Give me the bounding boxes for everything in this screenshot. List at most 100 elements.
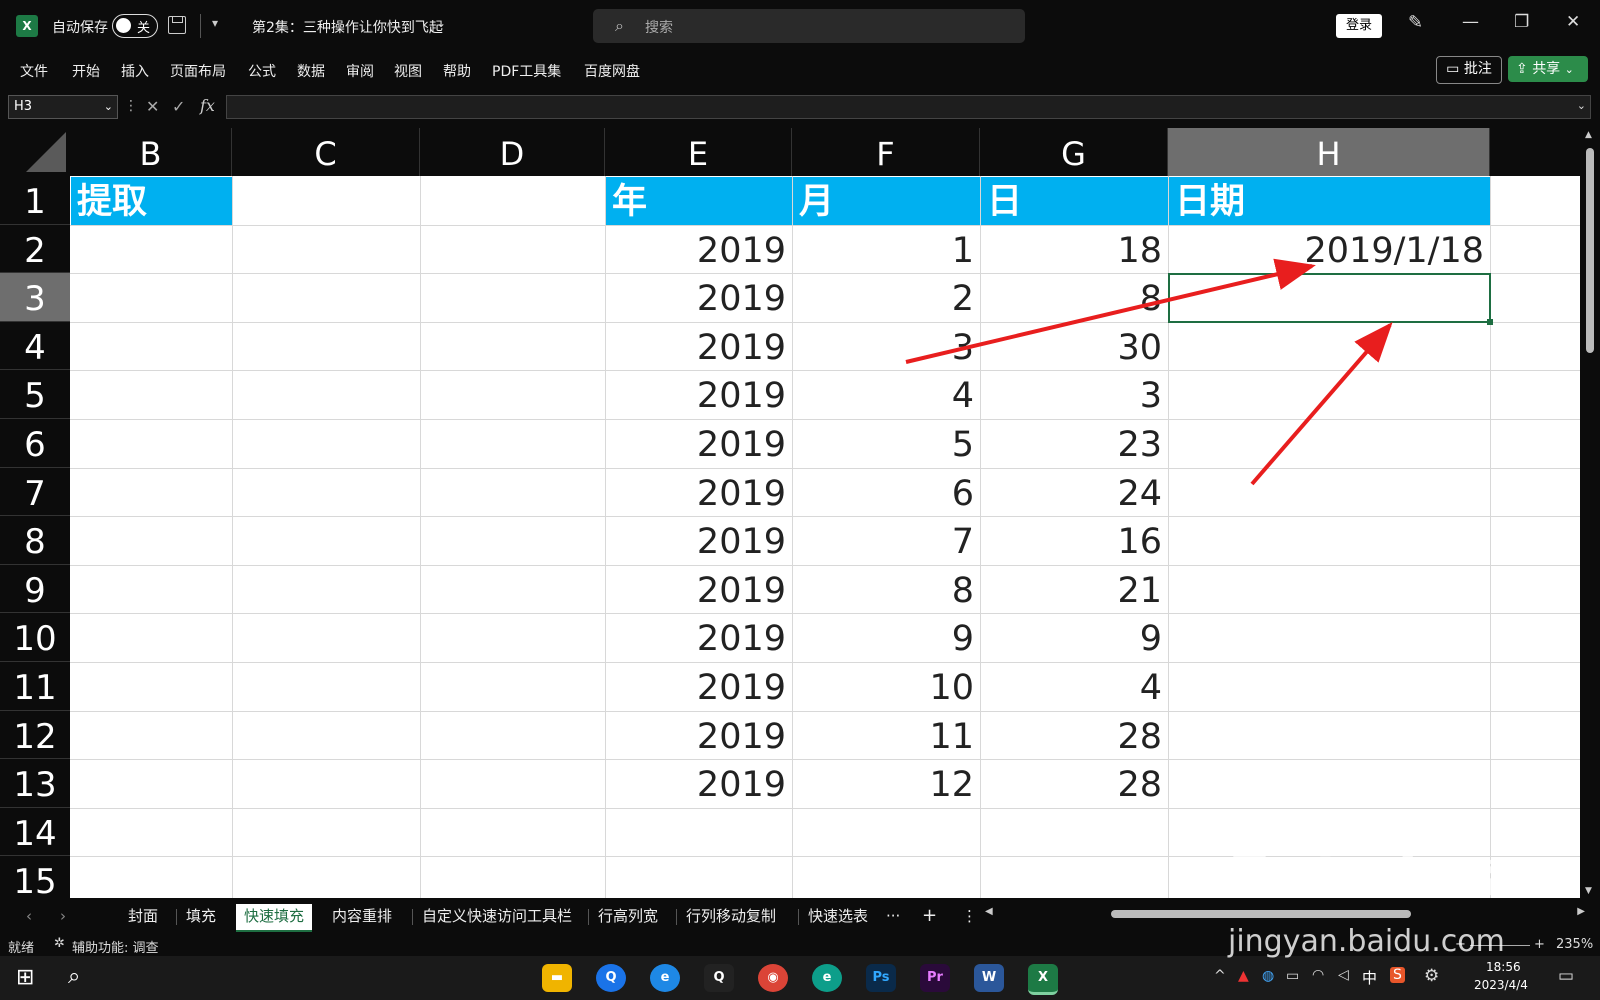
quark-browser-icon[interactable]: Q xyxy=(596,964,626,992)
fill-handle[interactable] xyxy=(1487,318,1493,325)
day-cell[interactable]: 3 xyxy=(981,371,1168,419)
scrollbar-thumb[interactable] xyxy=(1111,910,1411,918)
column-header-C[interactable]: C xyxy=(232,128,420,176)
scroll-up-icon[interactable]: ▲ xyxy=(1585,130,1592,140)
row-header-4[interactable]: 4 xyxy=(0,321,70,371)
month-cell[interactable]: 2 xyxy=(793,274,980,322)
row-header-3[interactable]: 3 xyxy=(0,273,70,322)
tab-move-copy[interactable]: 行列移动复制 xyxy=(678,904,784,930)
column-header-D[interactable]: D xyxy=(420,128,605,176)
cancel-icon[interactable]: ✕ xyxy=(146,97,159,116)
row-header-14[interactable]: 14 xyxy=(0,807,70,857)
year-cell[interactable]: 2019 xyxy=(606,420,792,468)
tray-app-icon[interactable]: ▲ xyxy=(1238,968,1249,984)
row-header-9[interactable]: 9 xyxy=(0,564,70,614)
header-cell-B[interactable]: 提取 xyxy=(71,177,232,225)
wifi-icon[interactable]: ◠ xyxy=(1312,967,1324,983)
menu-help[interactable]: 帮助 xyxy=(443,61,471,81)
day-cell[interactable]: 28 xyxy=(981,760,1168,808)
menu-page-layout[interactable]: 页面布局 xyxy=(170,61,226,81)
menu-baidu-netdisk[interactable]: 百度网盘 xyxy=(584,61,640,81)
year-cell[interactable]: 2019 xyxy=(606,226,792,274)
year-cell[interactable]: 2019 xyxy=(606,371,792,419)
tab-flash-fill[interactable]: 快速填充 xyxy=(236,904,313,932)
pen-icon[interactable]: ✎ xyxy=(1408,12,1423,33)
more-tabs-icon[interactable]: ··· xyxy=(878,904,908,930)
tab-quick-select[interactable]: 快速选表 xyxy=(800,904,876,930)
tab-next-icon[interactable]: › xyxy=(52,904,74,930)
month-cell[interactable]: 8 xyxy=(793,566,980,614)
month-cell[interactable]: 4 xyxy=(793,371,980,419)
row-header-12[interactable]: 12 xyxy=(0,710,70,760)
menu-insert[interactable]: 插入 xyxy=(121,61,149,81)
document-title[interactable]: 第2集：三种操作让你快到飞起 xyxy=(252,17,443,37)
comments-button[interactable]: ▭ 批注 xyxy=(1436,56,1502,84)
tab-prev-icon[interactable]: ‹ xyxy=(18,904,40,930)
day-cell[interactable]: 4 xyxy=(981,663,1168,711)
tab-content-rearrange[interactable]: 内容重排 xyxy=(324,904,400,930)
column-header-E[interactable]: E xyxy=(605,128,792,176)
column-header-G[interactable]: G xyxy=(980,128,1168,176)
month-cell[interactable]: 9 xyxy=(793,614,980,662)
zoom-in-icon[interactable]: + xyxy=(1534,937,1545,952)
day-cell[interactable]: 9 xyxy=(981,614,1168,662)
ime-indicator[interactable]: 中 xyxy=(1362,967,1377,988)
zoom-level[interactable]: 235% xyxy=(1556,937,1593,952)
close-icon[interactable]: ✕ xyxy=(1566,12,1580,32)
scrollbar-thumb[interactable] xyxy=(1586,148,1594,353)
year-cell[interactable]: 2019 xyxy=(606,663,792,711)
search-box[interactable]: ⌕ 搜索 xyxy=(593,9,1025,43)
row-header-6[interactable]: 6 xyxy=(0,419,70,468)
formula-input[interactable]: ⌄ xyxy=(226,95,1591,119)
day-cell[interactable]: 18 xyxy=(981,226,1168,274)
day-cell[interactable]: 30 xyxy=(981,323,1168,371)
day-cell[interactable]: 23 xyxy=(981,420,1168,468)
day-cell[interactable]: 24 xyxy=(981,469,1168,517)
autosave-toggle[interactable]: 关 xyxy=(112,14,158,38)
tray-overflow-icon[interactable]: ^ xyxy=(1214,968,1226,984)
day-cell[interactable]: 28 xyxy=(981,712,1168,760)
header-cell-F[interactable]: 月 xyxy=(793,177,980,225)
menu-home[interactable]: 开始 xyxy=(72,61,100,81)
menu-view[interactable]: 视图 xyxy=(394,61,422,81)
notification-icon[interactable]: ▭ xyxy=(1558,966,1574,986)
month-cell[interactable]: 11 xyxy=(793,712,980,760)
row-header-15[interactable]: 15 xyxy=(0,856,70,898)
menu-review[interactable]: 审阅 xyxy=(346,61,374,81)
date-cell[interactable]: 2019/1/18 xyxy=(1169,226,1490,274)
scroll-down-icon[interactable]: ▼ xyxy=(1585,886,1592,896)
row-header-7[interactable]: 7 xyxy=(0,467,70,517)
tray-qq-icon[interactable]: ◍ xyxy=(1262,968,1274,984)
chevron-down-icon[interactable]: ⌄ xyxy=(1577,99,1586,112)
enter-icon[interactable]: ✓ xyxy=(172,97,185,116)
row-header-1[interactable]: 1 xyxy=(0,176,70,225)
tab-custom-quick-access[interactable]: 自定义快速访问工具栏 xyxy=(414,904,580,930)
month-cell[interactable]: 12 xyxy=(793,760,980,808)
row-header-10[interactable]: 10 xyxy=(0,613,70,662)
tab-options-icon[interactable]: ⋮ xyxy=(954,904,985,930)
photoshop-icon[interactable]: Ps xyxy=(866,964,896,992)
edge-icon[interactable]: e xyxy=(812,964,842,992)
tab-row-col-size[interactable]: 行高列宽 xyxy=(590,904,666,930)
column-header-B[interactable]: B xyxy=(70,128,232,176)
chevron-down-icon[interactable]: ⌄ xyxy=(436,16,446,30)
year-cell[interactable]: 2019 xyxy=(606,566,792,614)
select-all-button[interactable] xyxy=(0,128,70,176)
file-explorer-icon[interactable]: ▬ xyxy=(542,964,572,992)
vertical-scrollbar[interactable]: ▲ ▼ xyxy=(1580,128,1600,898)
add-sheet-button[interactable]: + xyxy=(914,904,945,930)
year-cell[interactable]: 2019 xyxy=(606,712,792,760)
scroll-left-icon[interactable]: ◀ xyxy=(985,906,993,917)
search-icon[interactable]: ⌕ xyxy=(68,964,80,989)
ie-browser-icon[interactable]: e xyxy=(650,964,680,992)
chrome-icon[interactable]: ◉ xyxy=(758,964,788,992)
minimize-icon[interactable]: — xyxy=(1462,12,1479,32)
month-cell[interactable]: 10 xyxy=(793,663,980,711)
clock-time[interactable]: 18:56 xyxy=(1486,960,1521,974)
year-cell[interactable]: 2019 xyxy=(606,323,792,371)
year-cell[interactable]: 2019 xyxy=(606,274,792,322)
premiere-icon[interactable]: Pr xyxy=(920,964,950,992)
insert-function-icon[interactable]: fx xyxy=(200,96,215,115)
save-icon[interactable] xyxy=(168,16,186,34)
month-cell[interactable]: 3 xyxy=(793,323,980,371)
